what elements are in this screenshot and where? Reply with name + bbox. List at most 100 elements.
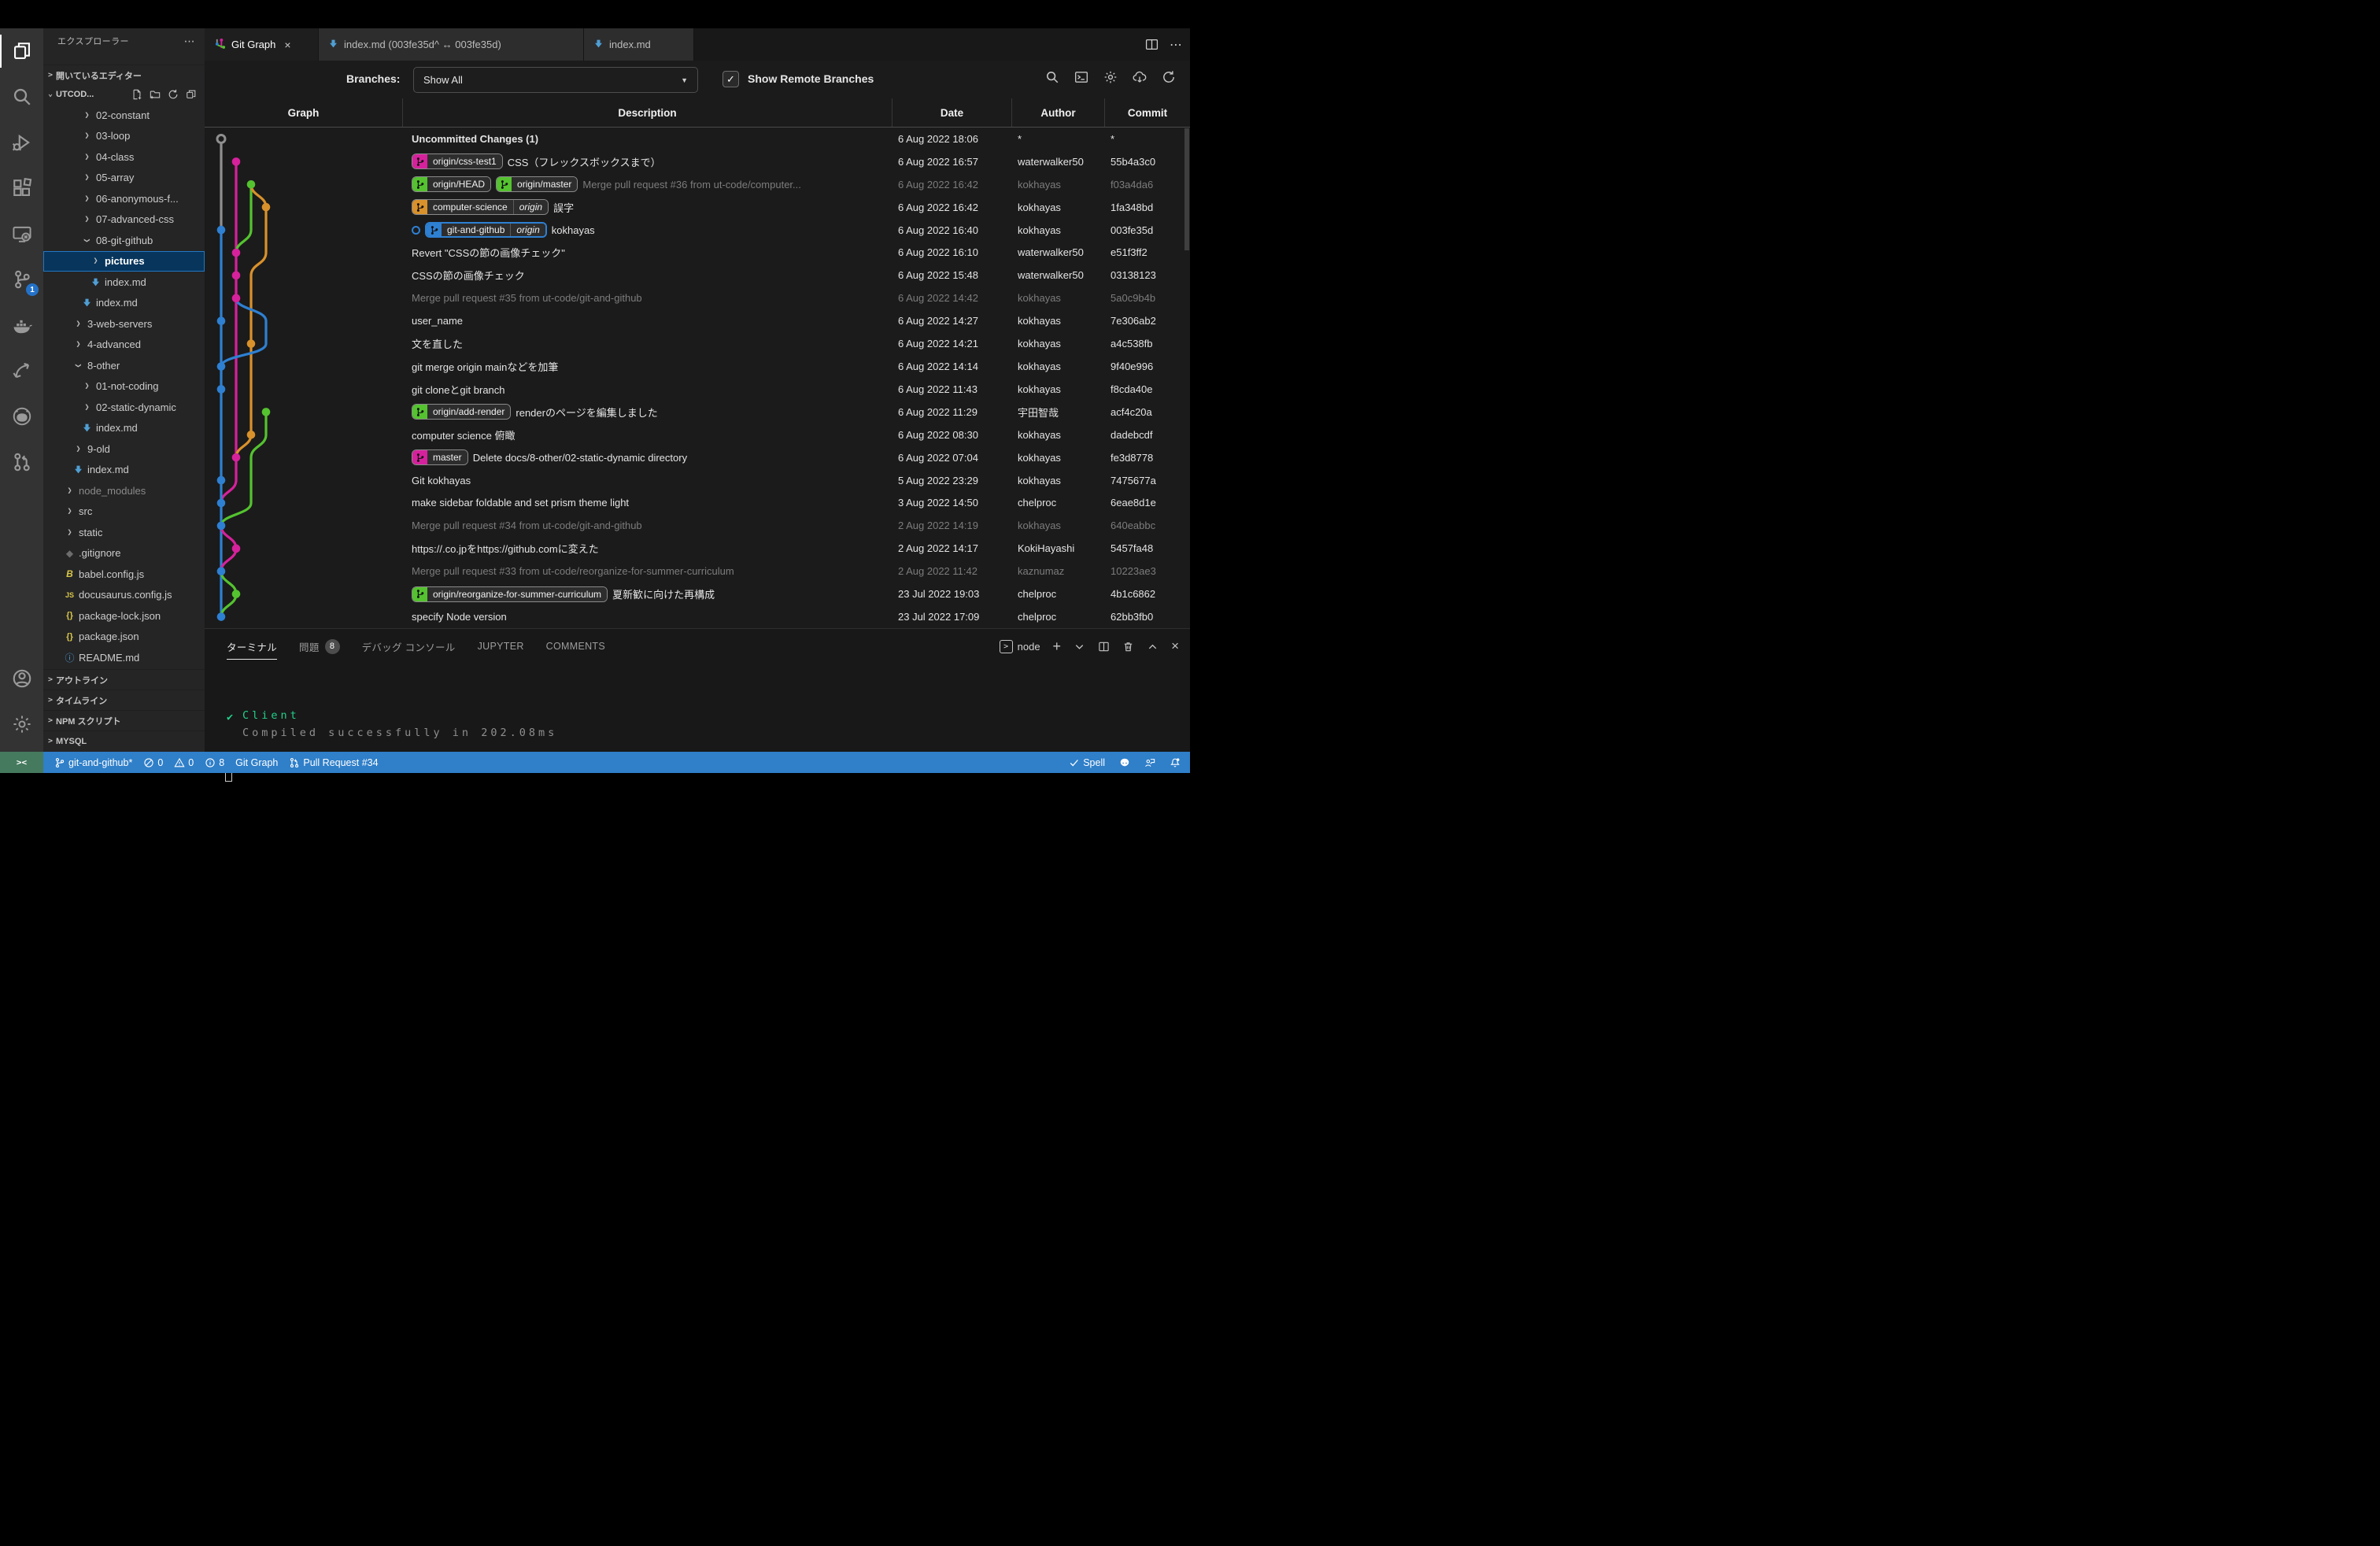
sidebar-section-NPM スクリプト[interactable]: >NPM スクリプト xyxy=(43,710,205,730)
commit-row[interactable]: git merge origin mainなどを加筆6 Aug 2022 14:… xyxy=(205,355,1190,378)
tree-item-index-md[interactable]: index.md xyxy=(43,460,205,481)
open-editors-section[interactable]: >開いているエディター xyxy=(43,65,205,85)
spell-item[interactable]: Spell xyxy=(1069,757,1105,768)
tree-item-package-json[interactable]: {}package.json xyxy=(43,627,205,648)
commit-row[interactable]: origin/HEADorigin/masterMerge pull reque… xyxy=(205,173,1190,196)
pull-request-item[interactable]: Pull Request #34 xyxy=(289,757,378,768)
panel-tab-問題[interactable]: 問題8 xyxy=(299,629,340,664)
commit-row[interactable]: Uncommitted Changes (1)6 Aug 2022 18:06*… xyxy=(205,128,1190,150)
commit-row[interactable]: origin/add-renderrenderのページを編集しました6 Aug … xyxy=(205,401,1190,423)
tree-item-05-array[interactable]: ❯05-array xyxy=(43,168,205,189)
errors-item[interactable]: 0 xyxy=(143,757,163,768)
tree-item-06-anonymous-f-[interactable]: ❯06-anonymous-f... xyxy=(43,188,205,209)
feedback-item[interactable] xyxy=(1144,757,1155,768)
branch-item[interactable]: git-and-github* xyxy=(54,757,132,768)
search-icon[interactable] xyxy=(0,74,43,120)
info-item[interactable]: 8 xyxy=(205,757,224,768)
refresh-icon[interactable] xyxy=(1160,68,1177,86)
commit-row[interactable]: Git kokhayas5 Aug 2022 23:29kokhayas7475… xyxy=(205,469,1190,492)
tab-index-md-003fe35d-003fe35d-[interactable]: index.md (003fe35d^ ↔ 003fe35d) xyxy=(319,28,584,61)
commit-row[interactable]: Merge pull request #34 from ut-code/git-… xyxy=(205,514,1190,537)
panel-tab-COMMENTS[interactable]: COMMENTS xyxy=(546,629,605,664)
commit-row[interactable]: origin/css-test1CSS（フレックスボックスまで）6 Aug 20… xyxy=(205,150,1190,173)
warnings-item[interactable]: 0 xyxy=(174,757,194,768)
notifications-item[interactable] xyxy=(1170,757,1181,768)
commit-row[interactable]: Merge pull request #33 from ut-code/reor… xyxy=(205,560,1190,583)
tree-item-4-advanced[interactable]: ❯4-advanced xyxy=(43,335,205,356)
branch-badge[interactable]: master xyxy=(412,449,468,465)
terminal-output[interactable]: ✔ Client Compiled successfully in 202.08… xyxy=(205,664,1190,753)
commit-row[interactable]: Revert "CSSの節の画像チェック"6 Aug 2022 16:10wat… xyxy=(205,242,1190,264)
collapse-folders-icon[interactable] xyxy=(186,89,197,100)
split-editor-icon[interactable] xyxy=(1145,38,1159,51)
new-folder-icon[interactable] xyxy=(150,89,161,100)
github-item[interactable] xyxy=(1119,757,1130,768)
branch-badge[interactable]: origin/add-render xyxy=(412,404,511,420)
kill-terminal-icon[interactable] xyxy=(1122,641,1134,653)
remote-indicator[interactable]: >< xyxy=(0,752,43,773)
tree-item-08-git-github[interactable]: ❯08-git-github xyxy=(43,230,205,251)
tree-item--gitignore[interactable]: ◆.gitignore xyxy=(43,543,205,564)
pull-request-icon[interactable] xyxy=(0,439,43,485)
commit-row[interactable]: specify Node version23 Jul 2022 17:09che… xyxy=(205,605,1190,628)
tree-item-pictures[interactable]: ❯pictures xyxy=(43,251,205,272)
terminal-dropdown-icon[interactable] xyxy=(1074,641,1085,653)
commit-row[interactable]: computer science 俯瞰6 Aug 2022 08:30kokha… xyxy=(205,423,1190,446)
tree-item-src[interactable]: ❯src xyxy=(43,501,205,523)
redo-tool-icon[interactable] xyxy=(0,348,43,394)
sidebar-more-icon[interactable]: ⋯ xyxy=(184,35,195,48)
gear-icon[interactable] xyxy=(1102,68,1119,86)
sidebar-section-タイムライン[interactable]: >タイムライン xyxy=(43,690,205,710)
cloud-download-icon[interactable] xyxy=(1131,68,1148,86)
sidebar-section-MYSQL[interactable]: >MYSQL xyxy=(43,730,205,751)
commit-row[interactable]: computer-scienceorigin誤字6 Aug 2022 16:42… xyxy=(205,196,1190,219)
tree-item-01-not-coding[interactable]: ❯01-not-coding xyxy=(43,376,205,398)
branches-select[interactable]: Show All ▼ xyxy=(413,67,698,93)
tree-item-package-lock-json[interactable]: {}package-lock.json xyxy=(43,605,205,627)
tree-item-04-class[interactable]: ❯04-class xyxy=(43,146,205,168)
tree-item-3-web-servers[interactable]: ❯3-web-servers xyxy=(43,313,205,335)
branch-badge[interactable]: git-and-githuborigin xyxy=(425,222,547,238)
commit-row[interactable]: 文を直した6 Aug 2022 14:21kokhayasa4c538fb xyxy=(205,332,1190,355)
search-icon[interactable] xyxy=(1044,68,1061,86)
show-remote-checkbox[interactable]: ✓ xyxy=(722,71,739,87)
tree-item-static[interactable]: ❯static xyxy=(43,522,205,543)
terminal-instance[interactable]: > node xyxy=(1000,640,1040,653)
tree-item-07-advanced-css[interactable]: ❯07-advanced-css xyxy=(43,209,205,231)
commit-row[interactable]: masterDelete docs/8-other/02-static-dyna… xyxy=(205,446,1190,469)
tab-git-graph[interactable]: Git Graph× xyxy=(205,28,319,61)
branch-badge[interactable]: computer-scienceorigin xyxy=(412,199,549,215)
new-terminal-icon[interactable]: + xyxy=(1053,638,1062,655)
commit-row[interactable]: origin/reorganize-for-summer-curriculum夏… xyxy=(205,583,1190,605)
editor-more-icon[interactable]: ⋯ xyxy=(1170,37,1182,53)
workspace-section-header[interactable]: ⌄ UTCOD... xyxy=(43,85,205,103)
panel-tab-デバッグ コンソール[interactable]: デバッグ コンソール xyxy=(362,629,456,664)
commit-row[interactable]: git-and-githuboriginkokhayas6 Aug 2022 1… xyxy=(205,219,1190,242)
close-tab-icon[interactable]: × xyxy=(284,39,290,51)
tree-item-index-md[interactable]: index.md xyxy=(43,418,205,439)
tree-item-9-old[interactable]: ❯9-old xyxy=(43,438,205,460)
tree-item-babel-config-js[interactable]: Bbabel.config.js xyxy=(43,564,205,585)
panel-tab-JUPYTER[interactable]: JUPYTER xyxy=(478,629,524,664)
maximize-panel-icon[interactable] xyxy=(1147,641,1159,653)
commit-row[interactable]: user_name6 Aug 2022 14:27kokhayas7e306ab… xyxy=(205,309,1190,332)
panel-tab-ターミナル[interactable]: ターミナル xyxy=(227,629,277,664)
close-panel-icon[interactable]: × xyxy=(1171,638,1179,654)
terminal-icon[interactable] xyxy=(1073,68,1090,86)
tab-index-md[interactable]: index.md xyxy=(584,28,694,61)
tree-item-docusaurus-config-js[interactable]: JSdocusaurus.config.js xyxy=(43,585,205,606)
commit-row[interactable]: Merge pull request #35 from ut-code/git-… xyxy=(205,287,1190,309)
branch-badge[interactable]: origin/css-test1 xyxy=(412,153,503,169)
tree-item-02-static-dynamic[interactable]: ❯02-static-dynamic xyxy=(43,397,205,418)
tree-item-readme-md[interactable]: ⓘREADME.md xyxy=(43,647,205,668)
tree-item-node-modules[interactable]: ❯node_modules xyxy=(43,480,205,501)
tree-item-8-other[interactable]: ❯8-other xyxy=(43,355,205,376)
run-debug-icon[interactable] xyxy=(0,120,43,165)
branch-badge[interactable]: origin/master xyxy=(496,176,578,192)
remote-explorer-icon[interactable] xyxy=(0,211,43,257)
tree-item-index-md[interactable]: index.md xyxy=(43,272,205,293)
commit-row[interactable]: CSSの節の画像チェック6 Aug 2022 15:48waterwalker5… xyxy=(205,264,1190,287)
tree-item-index-md[interactable]: index.md xyxy=(43,293,205,314)
commit-row[interactable]: https://.co.jpをhttps://github.comに変えた2 A… xyxy=(205,537,1190,560)
split-terminal-icon[interactable] xyxy=(1098,641,1110,653)
